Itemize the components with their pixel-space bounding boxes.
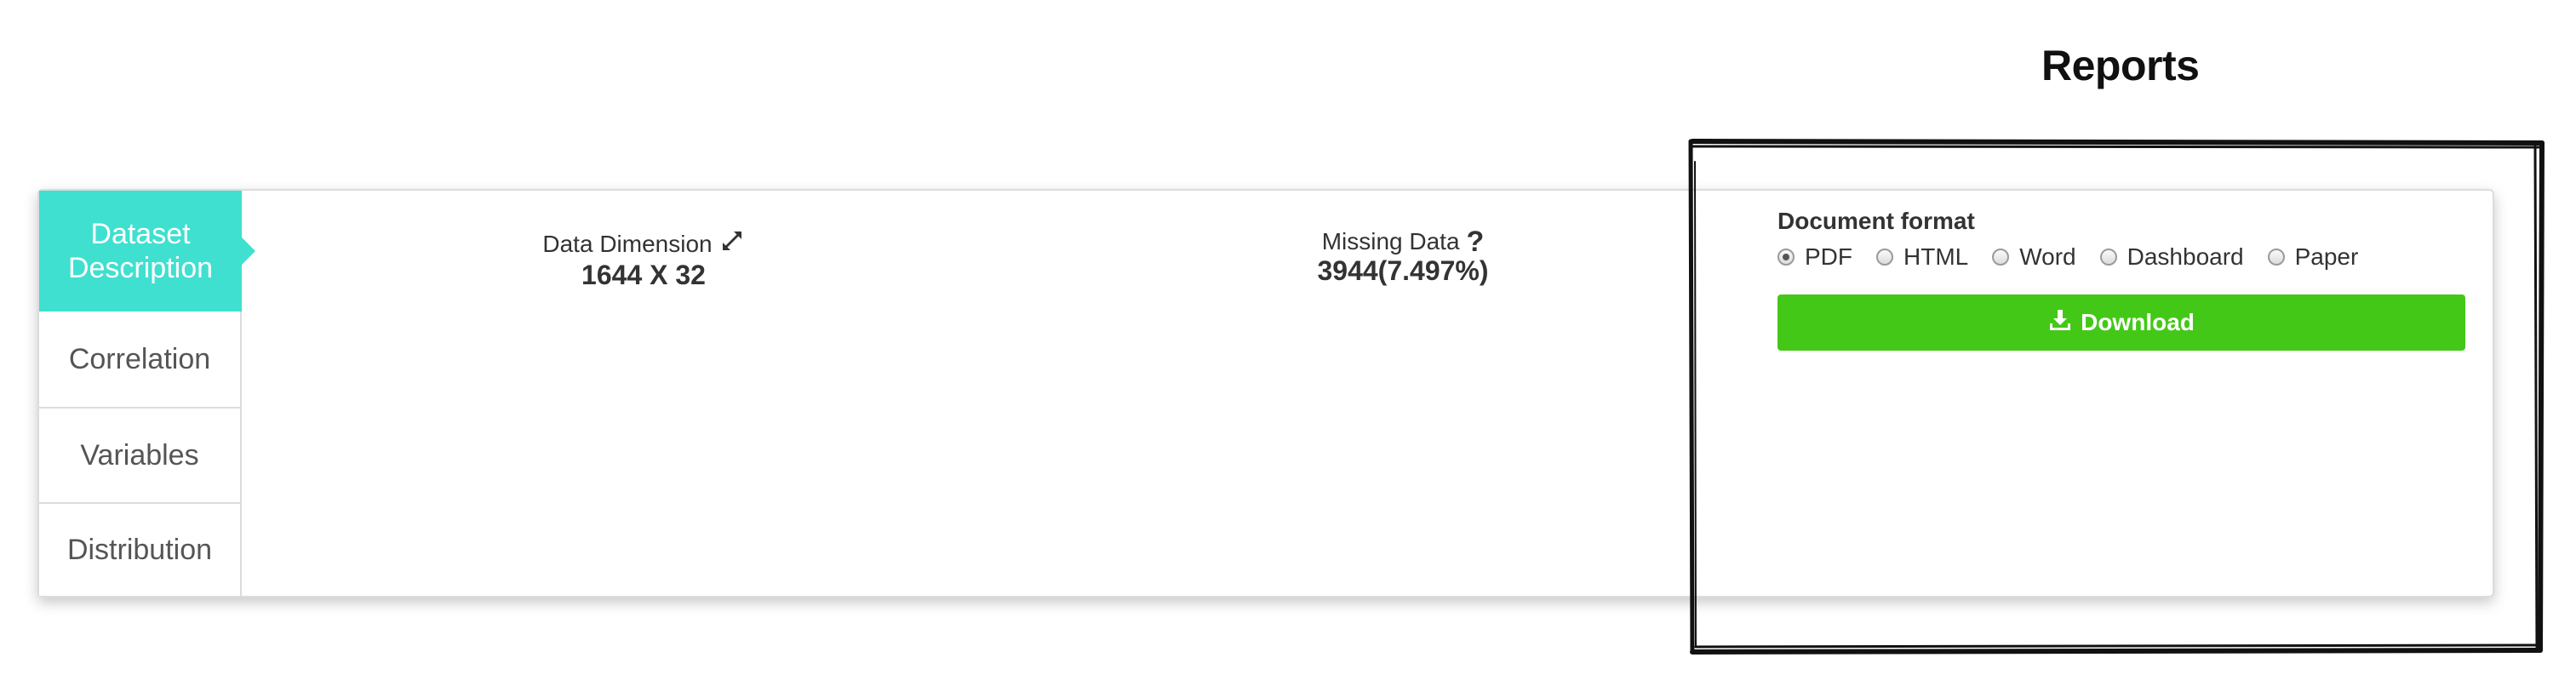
download-label: Download xyxy=(2081,309,2195,335)
nav-tab-distribution[interactable]: Distribution xyxy=(39,504,242,596)
format-option-paper[interactable]: Paper xyxy=(2267,243,2358,271)
format-option-pdf[interactable]: PDF xyxy=(1777,243,1852,271)
missing-data-stat: Missing Data ? 3944(7.497%) xyxy=(1258,227,1548,287)
format-option-word[interactable]: Word xyxy=(1992,243,2076,271)
data-dimension-label: Data Dimension xyxy=(542,230,713,257)
document-format-label: Document format xyxy=(1777,208,1975,234)
format-radio-group: PDF HTML Word Dashboard Paper xyxy=(1777,243,2465,271)
nav-tab-dataset-description[interactable]: Dataset Description xyxy=(39,191,255,312)
radio-dashboard[interactable] xyxy=(2099,249,2117,266)
missing-data-value: 3944(7.497%) xyxy=(1317,255,1489,286)
page: Reports Dataset Description Correlation … xyxy=(0,0,2576,686)
download-button[interactable]: Download xyxy=(1777,294,2465,351)
format-option-dashboard[interactable]: Dashboard xyxy=(2099,243,2244,271)
report-panel: Document format PDF HTML Word Dashboard … xyxy=(1777,208,2465,351)
format-option-html[interactable]: HTML xyxy=(1876,243,1968,271)
radio-word[interactable] xyxy=(1992,249,2010,266)
nav-tab-variables[interactable]: Variables xyxy=(39,409,242,504)
missing-data-label: Missing Data xyxy=(1321,228,1460,254)
radio-paper[interactable] xyxy=(2267,249,2285,266)
data-dimension-value: 1644 X 32 xyxy=(581,260,706,290)
download-icon xyxy=(2048,308,2072,338)
side-nav: Dataset Description Correlation Variable… xyxy=(39,191,255,596)
radio-pdf[interactable] xyxy=(1777,249,1795,266)
reports-title: Reports xyxy=(2041,42,2200,89)
expand-arrows-icon[interactable] xyxy=(719,228,745,260)
data-dimension-stat: Data Dimension 1644 X 32 xyxy=(499,228,788,291)
radio-html[interactable] xyxy=(1876,249,1893,266)
question-icon[interactable]: ? xyxy=(1467,227,1485,256)
nav-tab-correlation[interactable]: Correlation xyxy=(39,312,242,409)
